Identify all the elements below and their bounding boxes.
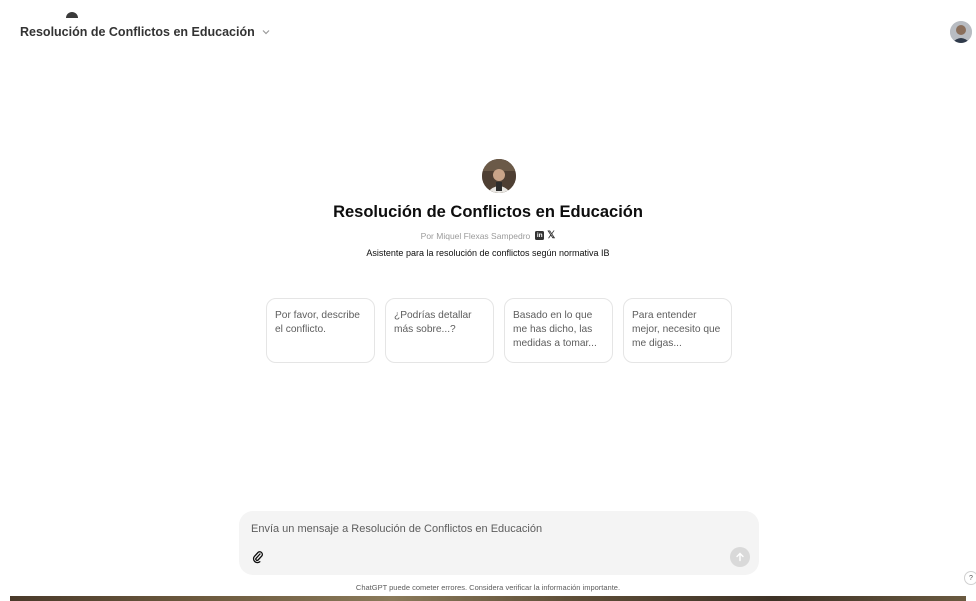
author-text: Por Miquel Flexas Sampedro	[420, 230, 531, 241]
gpt-title: Resolución de Conflictos en Educación	[20, 25, 255, 39]
chevron-down-icon	[262, 30, 270, 35]
conversation-starter[interactable]: ¿Podrías detallar más sobre...?	[385, 298, 494, 363]
conversation-starter[interactable]: Por favor, describe el conflicto.	[266, 298, 375, 363]
partial-icon	[66, 12, 78, 18]
gpt-name: Resolución de Conflictos en Educación	[333, 203, 643, 221]
social-links: in 𝕏	[535, 230, 555, 241]
byline: Por Miquel Flexas Sampedro in 𝕏	[0, 230, 976, 241]
gpt-avatar	[482, 159, 516, 193]
user-avatar[interactable]	[950, 21, 972, 43]
paperclip-icon[interactable]	[251, 550, 265, 564]
header: Resolución de Conflictos en Educación	[0, 0, 976, 64]
gpt-description: Asistente para la resolución de conflict…	[366, 248, 610, 258]
conversation-starter[interactable]: Basado en lo que me has dicho, las medid…	[504, 298, 613, 363]
disclaimer: ChatGPT puede cometer errores. Considera…	[355, 583, 621, 592]
gpt-avatar-image	[482, 159, 516, 193]
help-button[interactable]: ?	[964, 571, 976, 585]
x-icon[interactable]: 𝕏	[547, 230, 555, 241]
conversation-starter[interactable]: Para entender mejor, necesito que me dig…	[623, 298, 732, 363]
arrow-up-icon	[736, 552, 744, 562]
bottom-image-strip	[10, 596, 966, 601]
user-avatar-image	[950, 21, 972, 43]
send-button[interactable]	[730, 547, 750, 567]
message-composer[interactable]: Envía un mensaje a Resolución de Conflic…	[239, 511, 759, 575]
gpt-title-dropdown[interactable]: Resolución de Conflictos en Educación	[20, 25, 271, 39]
linkedin-icon[interactable]: in	[535, 231, 545, 240]
message-input[interactable]: Envía un mensaje a Resolución de Conflic…	[251, 523, 542, 535]
